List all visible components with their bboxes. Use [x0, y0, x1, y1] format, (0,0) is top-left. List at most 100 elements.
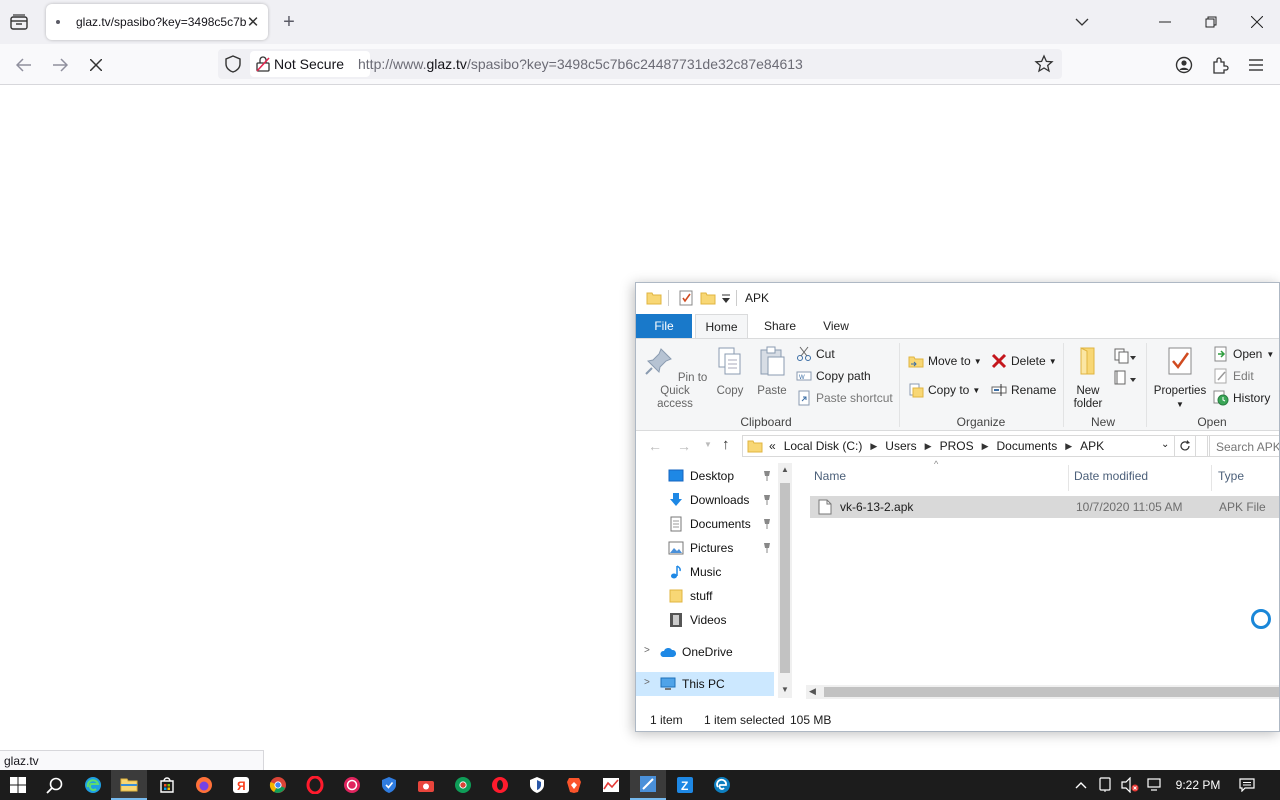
up-arrow-icon[interactable]: ↑	[722, 436, 730, 453]
close-tab-icon[interactable]: ✕	[244, 13, 262, 31]
nav-item-pictures[interactable]: Pictures	[636, 536, 774, 560]
crumb-separator-icon[interactable]: ▶	[1065, 441, 1072, 452]
list-all-tabs-icon[interactable]	[1070, 10, 1094, 34]
chart-app-icon[interactable]	[601, 775, 621, 795]
nav-item-documents[interactable]: Documents	[636, 512, 774, 536]
store-icon[interactable]	[157, 775, 177, 795]
pin-icon[interactable]	[762, 470, 772, 482]
file-explorer-window[interactable]: APK File Home Share View Pin to Quick ac…	[635, 282, 1280, 732]
crumb-separator-icon[interactable]: ▶	[982, 441, 989, 452]
pin-to-quick-access-button[interactable]: Pin to Quick access	[642, 345, 708, 411]
paste-shortcut-button[interactable]: Paste shortcut	[796, 388, 893, 408]
new-tab-icon[interactable]: +	[278, 11, 300, 33]
shield-app-icon[interactable]	[379, 775, 399, 795]
crumb-apk[interactable]: APK	[1080, 439, 1104, 453]
tools-app-icon[interactable]	[630, 770, 666, 800]
scroll-left-icon[interactable]: ◀	[809, 686, 816, 697]
new-folder-button[interactable]: New folder	[1068, 345, 1108, 411]
account-icon[interactable]	[1171, 52, 1197, 78]
pin-icon[interactable]	[762, 542, 772, 554]
tab-view[interactable]: View	[811, 314, 861, 338]
file-explorer-icon[interactable]	[111, 770, 147, 800]
nav-item-onedrive[interactable]: > OneDrive	[636, 640, 774, 664]
forward-arrow-icon[interactable]	[47, 52, 73, 78]
volume-muted-icon[interactable]	[1119, 775, 1141, 795]
nav-scrollbar[interactable]: ▲ ▼	[778, 463, 792, 698]
vpn-shield-icon[interactable]	[527, 775, 547, 795]
tracking-shield-icon[interactable]	[224, 55, 242, 73]
yandex-browser-icon[interactable]: Я	[231, 775, 251, 795]
chrome-variant-icon[interactable]	[453, 775, 473, 795]
pin-icon[interactable]	[762, 518, 772, 530]
column-header-date[interactable]: Date modified	[1074, 469, 1148, 483]
recent-locations-chevron-icon[interactable]: ▼	[704, 440, 712, 449]
app-target-icon[interactable]	[342, 775, 362, 795]
scrollbar-thumb[interactable]	[824, 687, 1279, 697]
copy-button[interactable]: Copy	[712, 345, 748, 398]
search-input[interactable]: Search APK	[1207, 435, 1279, 457]
customize-toolbar-icon[interactable]	[722, 294, 730, 304]
copy-to-button[interactable]: Copy to ▼	[908, 380, 980, 400]
copy-path-button[interactable]: W Copy path	[796, 366, 871, 386]
title-bar[interactable]: APK	[636, 283, 1279, 313]
windows-start-icon[interactable]	[8, 775, 28, 795]
history-button[interactable]: History	[1213, 388, 1270, 408]
nav-item-this-pc[interactable]: > This PC	[636, 672, 774, 696]
scroll-down-icon[interactable]: ▼	[781, 685, 789, 694]
device-icon[interactable]	[1096, 775, 1114, 795]
address-dropdown-chevron-icon[interactable]: ⌄	[1161, 439, 1169, 450]
column-divider[interactable]	[1211, 465, 1212, 491]
address-bar[interactable]: « Local Disk (C:) ▶ Users ▶ PROS ▶ Document…	[742, 435, 1210, 457]
column-divider[interactable]	[1068, 465, 1069, 491]
nav-item-stuff[interactable]: stuff	[636, 584, 774, 608]
nav-item-downloads[interactable]: Downloads	[636, 488, 774, 512]
delete-button[interactable]: Delete ▼	[991, 351, 1057, 371]
rename-button[interactable]: Rename	[991, 380, 1056, 400]
show-hidden-icons-chevron-icon[interactable]	[1072, 775, 1090, 795]
forward-arrow-icon[interactable]: →	[677, 438, 691, 454]
address-prefix[interactable]: «	[769, 439, 776, 453]
edit-button[interactable]: Edit	[1213, 366, 1254, 386]
network-icon[interactable]	[1145, 775, 1165, 795]
edge-browser-icon[interactable]	[83, 775, 103, 795]
back-arrow-icon[interactable]	[11, 52, 37, 78]
opera-icon[interactable]	[305, 775, 325, 795]
scroll-up-icon[interactable]: ▲	[781, 465, 789, 474]
chrome-icon[interactable]	[268, 775, 288, 795]
expand-chevron-icon[interactable]: >	[644, 677, 650, 688]
opera-variant-icon[interactable]	[490, 775, 510, 795]
cut-button[interactable]: Cut	[796, 344, 835, 364]
back-arrow-icon[interactable]: ←	[648, 438, 662, 454]
tab-home[interactable]: Home	[695, 314, 748, 338]
brave-icon[interactable]	[564, 775, 584, 795]
new-folder-small-icon[interactable]	[700, 290, 716, 306]
tab-file[interactable]: File	[636, 314, 692, 338]
tab-share[interactable]: Share	[754, 314, 806, 338]
nav-item-music[interactable]: Music	[636, 560, 774, 584]
nav-item-desktop[interactable]: Desktop	[636, 464, 774, 488]
extensions-icon[interactable]	[1207, 52, 1233, 78]
browser-tab[interactable]: glaz.tv/spasibo?key=3498c5c7b6c24487731d…	[46, 4, 268, 40]
clock-time[interactable]: 9:22 PM	[1170, 775, 1226, 795]
url-text[interactable]: http://www.glaz.tv/spasibo?key=3498c5c7b…	[358, 56, 803, 72]
move-to-button[interactable]: Move to ▼	[908, 351, 982, 371]
column-header-type[interactable]: Type	[1218, 469, 1244, 483]
close-window-icon[interactable]	[1245, 10, 1269, 34]
paste-button[interactable]: Paste	[754, 345, 790, 398]
new-item-icon[interactable]	[1114, 347, 1136, 365]
column-header-name[interactable]: Name	[814, 469, 846, 483]
zip-app-icon[interactable]: Z	[675, 775, 695, 795]
easy-access-icon[interactable]	[1114, 369, 1136, 387]
minimize-icon[interactable]	[1153, 10, 1177, 34]
not-secure-badge[interactable]: Not Secure	[250, 51, 370, 77]
crumb-documents[interactable]: Documents	[997, 439, 1058, 453]
edge-variant-icon[interactable]	[712, 775, 732, 795]
crumb-pros[interactable]: PROS	[940, 439, 974, 453]
properties-checkmark-icon[interactable]	[678, 290, 694, 306]
file-row[interactable]: vk-6-13-2.apk 10/7/2020 11:05 AM APK Fil…	[810, 496, 1279, 518]
notifications-icon[interactable]	[1237, 775, 1257, 795]
crumb-separator-icon[interactable]: ▶	[925, 441, 932, 452]
camera-app-icon[interactable]	[416, 775, 436, 795]
firefox-icon[interactable]	[194, 775, 214, 795]
bookmark-star-icon[interactable]	[1034, 54, 1054, 74]
